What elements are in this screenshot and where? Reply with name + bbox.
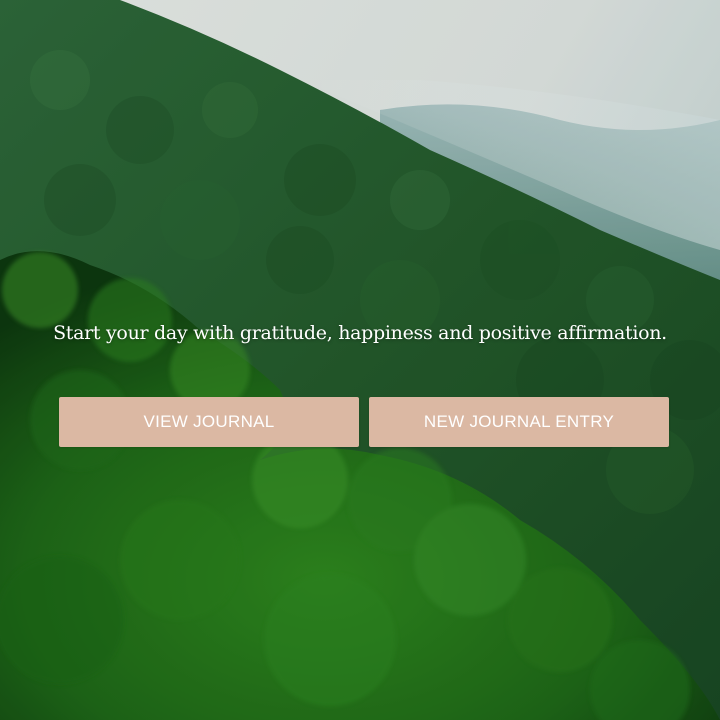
hero-section: Start your day with gratitude, happiness… — [0, 0, 720, 720]
tagline: Start your day with gratitude, happiness… — [53, 322, 667, 344]
new-journal-entry-button[interactable]: NEW JOURNAL ENTRY — [369, 397, 669, 447]
view-journal-button[interactable]: VIEW JOURNAL — [59, 397, 359, 447]
forest-mountain-background — [0, 0, 720, 720]
